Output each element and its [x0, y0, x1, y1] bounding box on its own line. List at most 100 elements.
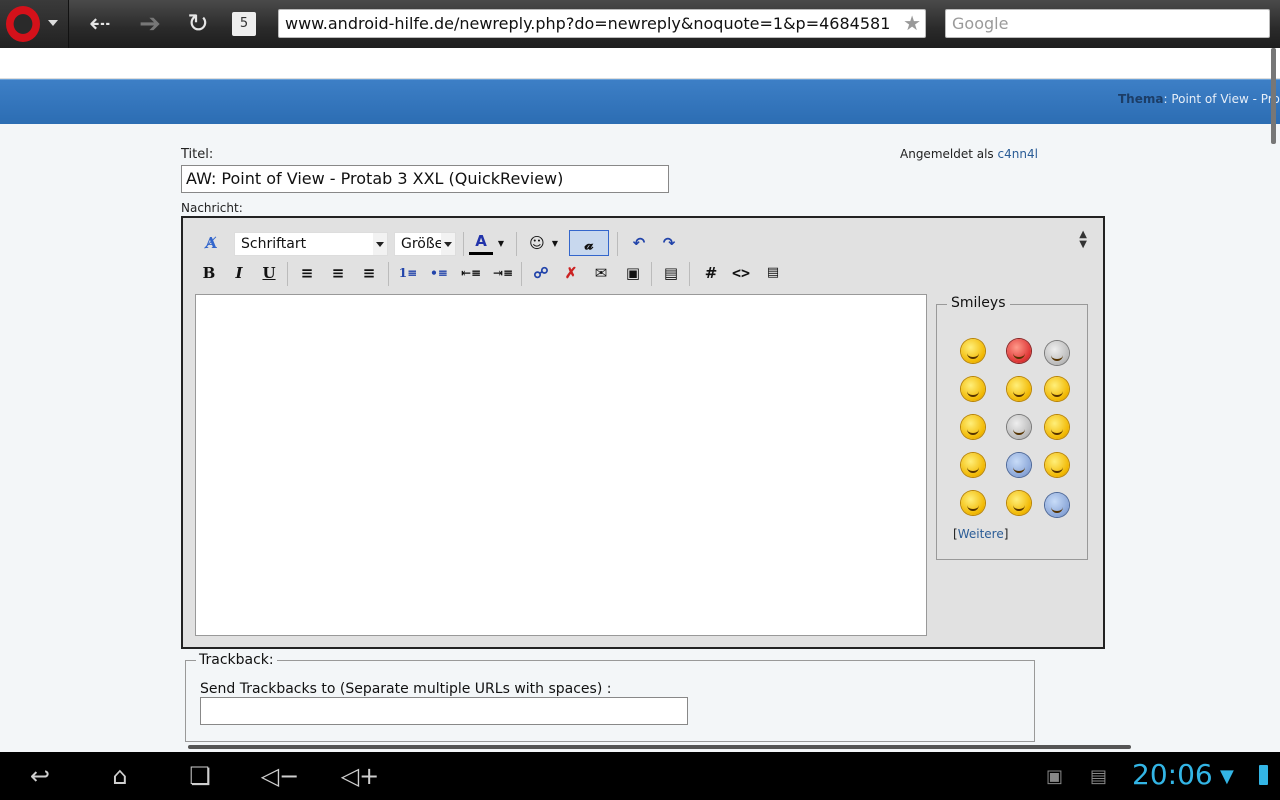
align-right-icon[interactable]: ≡: [357, 260, 381, 286]
align-center-icon[interactable]: ≡: [326, 260, 350, 286]
more-smileys-link[interactable]: Weitere: [958, 527, 1004, 541]
trackback-urls-input[interactable]: [200, 697, 688, 725]
chevron-down-icon[interactable]: ▼: [549, 230, 561, 256]
tabs-button[interactable]: 5: [232, 12, 256, 36]
align-left-icon[interactable]: ≡: [295, 260, 319, 286]
opera-menu-button[interactable]: [0, 0, 69, 48]
gallery-notification-icon[interactable]: ▣: [1046, 766, 1063, 787]
smiley-question-icon[interactable]: [1045, 493, 1069, 517]
hash-icon[interactable]: #: [699, 260, 723, 286]
quote-icon[interactable]: ▤: [659, 260, 683, 286]
code-icon[interactable]: <>: [729, 260, 753, 286]
smiley-smile-icon[interactable]: [961, 491, 985, 515]
battery-icon: [1259, 765, 1268, 785]
remove-link-icon[interactable]: ✗: [559, 260, 583, 286]
toolbar-separator: [689, 262, 690, 286]
underline-icon[interactable]: U: [257, 260, 281, 286]
italic-icon[interactable]: I: [227, 260, 251, 286]
insert-link-icon[interactable]: ☍: [529, 260, 553, 286]
toolbar-separator: [463, 232, 464, 256]
smiley-grin-icon[interactable]: [961, 339, 985, 363]
page-content: Thema: Point of View - Pro Titel: Angeme…: [0, 48, 1280, 752]
outdent-icon[interactable]: ⇤≡: [459, 260, 483, 286]
smiley-confused-icon[interactable]: [961, 453, 985, 477]
search-field[interactable]: Google: [945, 9, 1270, 38]
attachment-icon[interactable]: 𝓪: [569, 230, 609, 256]
insert-image-icon[interactable]: ▣: [621, 260, 645, 286]
editor-toolbar-row-1: A̸ Schriftart Größe A ▼ ☺ ▼ 𝓪 ↶ ↷: [195, 230, 1075, 258]
remove-format-icon[interactable]: A̸: [199, 230, 223, 256]
thema-label: Thema: [1118, 92, 1164, 106]
screenshot-notification-icon[interactable]: ▤: [1090, 766, 1107, 787]
browser-toolbar: ⇠ ➔ ↻ 5 www.android-hilfe.de/newreply.ph…: [0, 0, 1280, 48]
bold-icon[interactable]: B: [197, 260, 221, 286]
undo-icon[interactable]: ↶: [627, 230, 651, 256]
toolbar-separator: [287, 262, 288, 286]
smiley-smirk-icon[interactable]: [1007, 491, 1031, 515]
toolbar-separator: [651, 262, 652, 286]
toggle-editor-size-icon[interactable]: ▲ ▼: [1079, 230, 1087, 250]
smiley-shocked-icon[interactable]: [1045, 453, 1069, 477]
message-textarea[interactable]: [195, 294, 927, 636]
redo-icon[interactable]: ↷: [657, 230, 681, 256]
volume-down-icon[interactable]: ◁−: [258, 762, 302, 790]
smiley-frown-icon[interactable]: [1007, 453, 1031, 477]
ordered-list-icon[interactable]: 1≡: [396, 260, 420, 286]
message-label: Nachricht:: [181, 201, 243, 215]
zoom-back-icon[interactable]: ⇠: [84, 8, 116, 40]
insert-email-icon[interactable]: ✉: [589, 260, 613, 286]
font-select[interactable]: Schriftart: [234, 232, 388, 256]
message-editor: A̸ Schriftart Größe A ▼ ☺ ▼ 𝓪 ↶ ↷ ▲ ▼ B I…: [181, 216, 1105, 649]
vertical-scrollbar[interactable]: [1271, 48, 1276, 144]
unordered-list-icon[interactable]: •≡: [427, 260, 451, 286]
url-field[interactable]: www.android-hilfe.de/newreply.php?do=new…: [278, 9, 926, 38]
toolbar-separator: [388, 262, 389, 286]
size-select[interactable]: Größe: [394, 232, 456, 256]
smiley-cool-icon[interactable]: [1007, 415, 1031, 439]
smiley-icon[interactable]: ☺: [525, 230, 549, 256]
dropdown-arrow-icon: [441, 233, 455, 255]
size-select-value: Größe: [401, 236, 444, 252]
smiley-love-icon[interactable]: [1007, 339, 1031, 363]
chevron-down-icon: [48, 20, 58, 26]
forward-icon[interactable]: ➔: [134, 8, 166, 40]
toolbar-separator: [617, 232, 618, 256]
smiley-wink-icon[interactable]: [961, 415, 985, 439]
url-text: www.android-hilfe.de/newreply.php?do=new…: [285, 14, 891, 33]
more-smileys: [Weitere]: [953, 527, 1009, 541]
smiley-tongue-icon[interactable]: [1045, 415, 1069, 439]
indent-icon[interactable]: ⇥≡: [491, 260, 515, 286]
navigation-bar: Thema: Point of View - Pro: [0, 79, 1280, 124]
text-color-icon[interactable]: A: [469, 230, 493, 255]
recent-apps-icon[interactable]: ❏: [178, 762, 222, 790]
chevron-down-icon[interactable]: ▼: [495, 230, 507, 256]
wifi-icon: ▼: [1220, 766, 1234, 787]
title-value: AW: Point of View - Protab 3 XXL (QuickR…: [186, 169, 564, 188]
home-icon[interactable]: ⌂: [98, 762, 142, 790]
thema-value: : Point of View - Pro: [1163, 92, 1280, 106]
title-input[interactable]: AW: Point of View - Protab 3 XXL (QuickR…: [181, 165, 669, 193]
php-code-icon[interactable]: ▤: [761, 260, 785, 286]
title-label: Titel:: [181, 147, 214, 162]
toolbar-separator: [516, 232, 517, 256]
smiley-laugh-icon[interactable]: [1007, 377, 1031, 401]
smiley-angry-icon[interactable]: [1045, 377, 1069, 401]
page-top-strip: [0, 48, 1280, 79]
trackback-legend: Trackback:: [196, 652, 277, 668]
smileys-panel: Smileys [Weitere]: [936, 295, 1088, 560]
volume-up-icon[interactable]: ◁+: [338, 762, 382, 790]
editor-toolbar-row-2: B I U ≡ ≡ ≡ 1≡ •≡ ⇤≡ ⇥≡ ☍ ✗ ✉ ▣ ▤ # <> ▤: [195, 260, 1075, 288]
reload-icon[interactable]: ↻: [182, 8, 214, 40]
smiley-embarrassed-icon[interactable]: [1045, 341, 1069, 365]
trackback-fieldset: Trackback: Send Trackbacks to (Separate …: [185, 652, 1035, 742]
username-link[interactable]: c4nn4l: [998, 147, 1038, 161]
smileys-legend: Smileys: [947, 295, 1010, 311]
smiley-thumbs-down-icon[interactable]: [961, 377, 985, 401]
thread-breadcrumb[interactable]: Thema: Point of View - Pro: [1118, 92, 1280, 106]
horizontal-scrollbar[interactable]: [188, 745, 1131, 749]
status-clock: 20:06: [1132, 758, 1213, 791]
toolbar-separator: [521, 262, 522, 286]
back-icon[interactable]: ↩: [18, 762, 62, 790]
bookmark-star-icon[interactable]: ★: [903, 10, 921, 37]
logged-in-info: Angemeldet als c4nn4l: [900, 147, 1038, 161]
